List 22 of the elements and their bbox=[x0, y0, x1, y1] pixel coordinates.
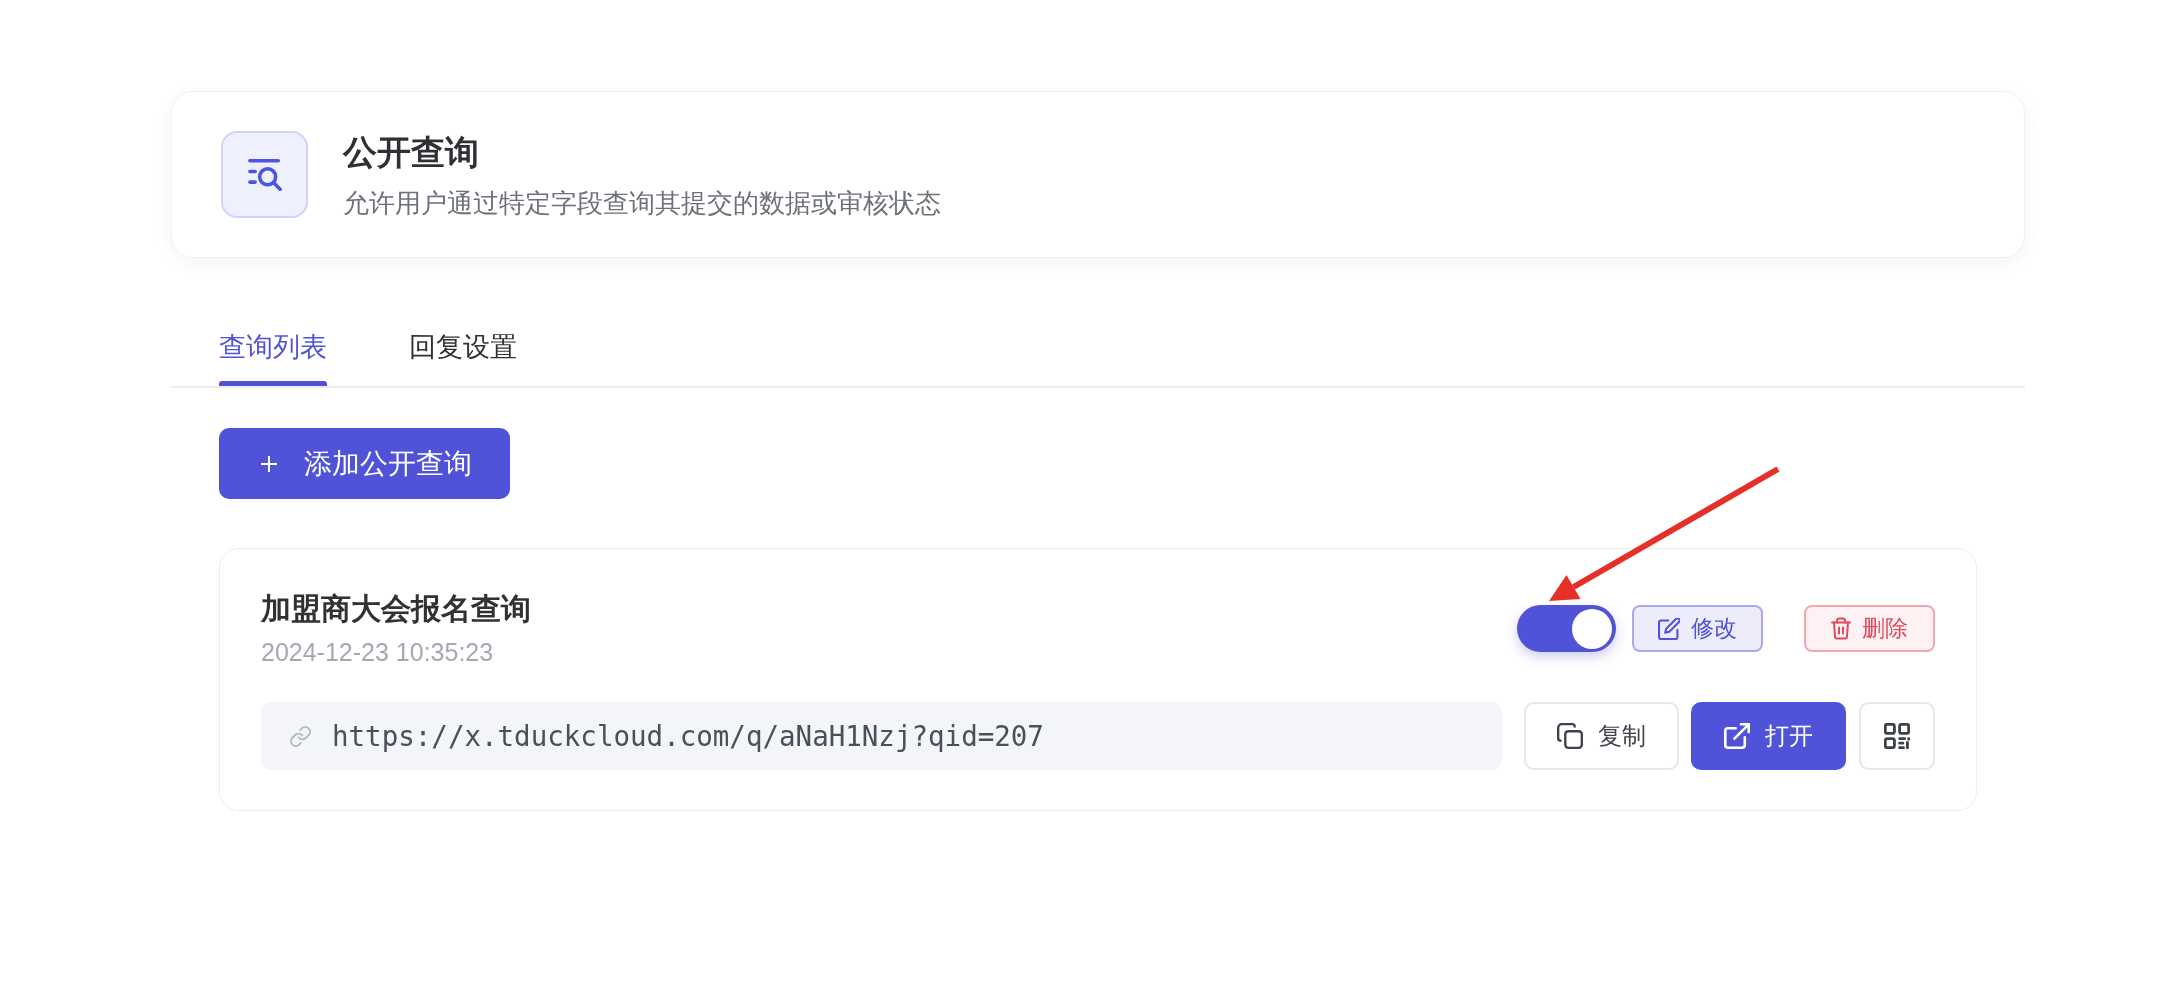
delete-button[interactable]: 删除 bbox=[1804, 605, 1935, 652]
tab[interactable]: 回复设置 bbox=[409, 328, 517, 386]
page-description: 允许用户通过特定字段查询其提交的数据或审核状态 bbox=[343, 186, 941, 220]
toggle-switch[interactable] bbox=[1517, 605, 1616, 652]
add-query-button[interactable]: 添加公开查询 bbox=[219, 428, 510, 499]
trash-icon bbox=[1831, 617, 1851, 640]
query-title: 加盟商大会报名查询 bbox=[261, 591, 531, 627]
created-time: 2024-12-23 10:35:23 bbox=[261, 637, 495, 668]
page-title: 公开查询 bbox=[343, 131, 480, 173]
edit-button[interactable]: 修改 bbox=[1632, 605, 1763, 652]
copy-button[interactable]: 复制 bbox=[1524, 702, 1679, 770]
qr-code-icon bbox=[1884, 723, 1910, 749]
list-search-icon bbox=[221, 131, 308, 218]
url-text: https://x.tduckcloud.com/q/aNaH1Nzj?qid=207 bbox=[332, 720, 1044, 752]
open-button[interactable]: 打开 bbox=[1691, 702, 1846, 770]
link-icon bbox=[290, 725, 311, 747]
tab[interactable]: 查询列表 bbox=[219, 328, 327, 386]
plus-icon bbox=[260, 454, 278, 473]
qr-code-button[interactable] bbox=[1859, 702, 1935, 770]
edit-icon bbox=[1658, 617, 1680, 640]
copy-icon bbox=[1557, 723, 1583, 749]
external-link-icon bbox=[1724, 723, 1750, 749]
